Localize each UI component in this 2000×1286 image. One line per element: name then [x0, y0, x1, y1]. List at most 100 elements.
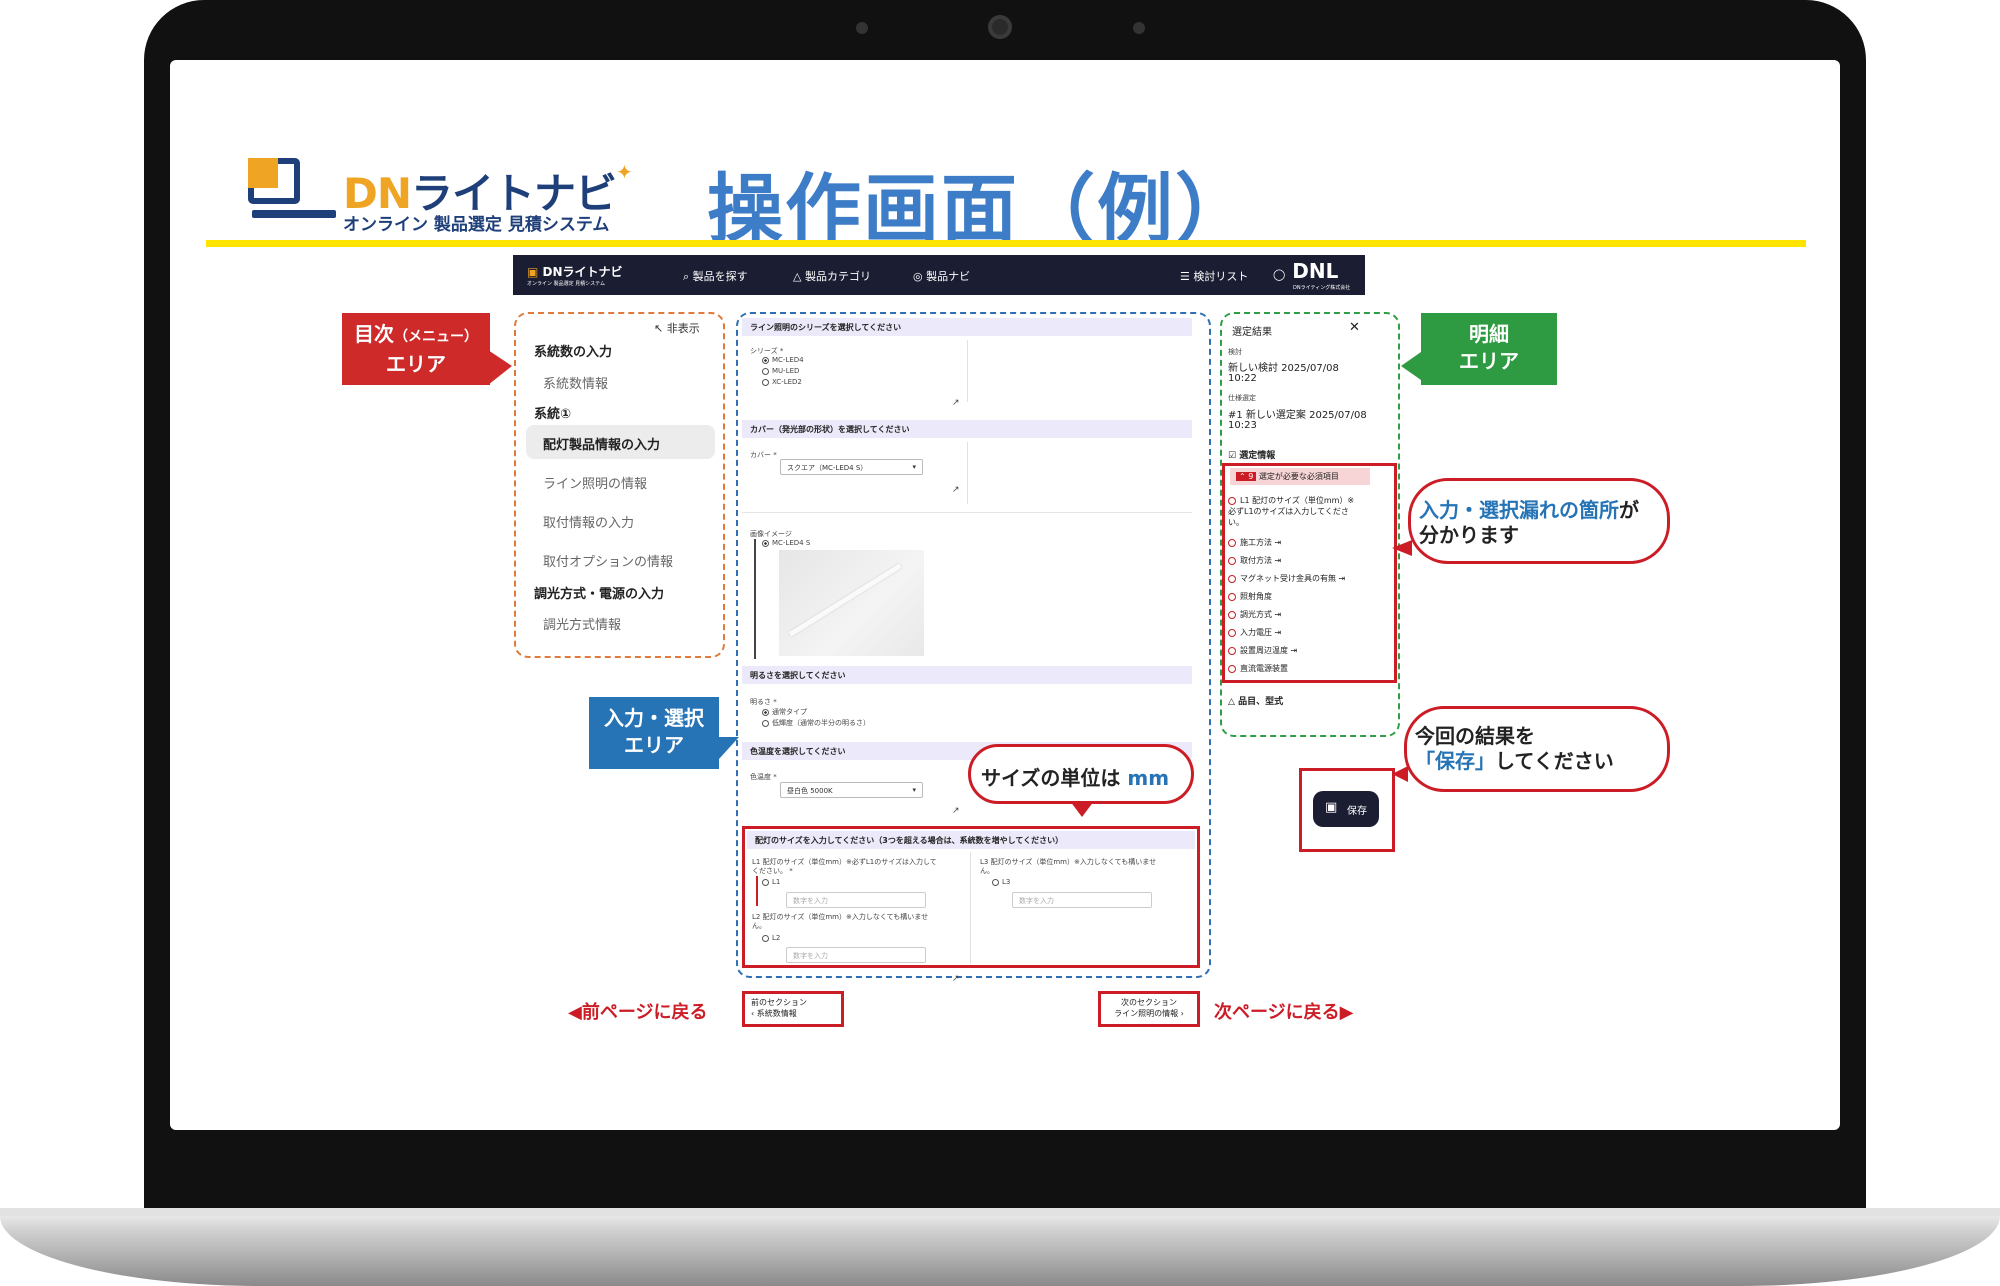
close-icon[interactable]: ✕ [1349, 320, 1360, 335]
menu-item-mount-input[interactable]: 取付情報の入力 [543, 512, 634, 531]
review-label: 検討 [1228, 348, 1242, 356]
nav-review-list[interactable]: ☰ 検討リスト [1180, 268, 1248, 284]
jump-icon: ⇥ [1338, 574, 1346, 583]
logo-subtitle: オンライン 製品選定 見積システム [343, 215, 610, 235]
section-cover: カバー（発光部の形状）を選択してください [742, 420, 1192, 438]
l2-input[interactable]: 数字を入力 [786, 947, 926, 963]
l3-input[interactable]: 数字を入力 [1012, 892, 1152, 908]
brightness-option-1[interactable]: 通常タイプ [762, 707, 807, 717]
callout-input-area: 入力・選択 エリア [589, 697, 719, 769]
menu-item-dimming-power[interactable]: 調光方式・電源の入力 [534, 583, 664, 602]
required-item[interactable]: 直流電源装置 [1228, 663, 1288, 674]
divider [967, 340, 968, 402]
required-item[interactable]: 取付方法 ⇥ [1228, 555, 1281, 566]
prev-page-link[interactable]: ◀前ページに戻る [568, 998, 707, 1024]
warning-icon [1228, 538, 1236, 547]
warning-icon [1228, 646, 1236, 655]
cover-select[interactable]: スクエア（MC-LED4 S） ▾ [780, 459, 923, 475]
menu-item-system-1[interactable]: 系統① [534, 403, 571, 422]
l3-radio[interactable]: L3 [992, 878, 1010, 886]
sensor-dot-right [1133, 22, 1145, 34]
image-caption: MC-LED4 S [762, 539, 810, 547]
warning-icon [1228, 556, 1236, 565]
required-item[interactable]: マグネット受け金具の有無 ⇥ [1228, 573, 1345, 584]
color-select[interactable]: 昼白色 5000K ▾ [780, 782, 923, 798]
search-icon: ⌕ [683, 270, 690, 283]
callout-missing-items: 入力・選択漏れの箇所が 分かります [1408, 478, 1670, 564]
collapse-icon: ↖ [654, 322, 664, 335]
radio-icon [762, 708, 769, 716]
review-time: 10:22 [1228, 373, 1257, 384]
divider [967, 442, 968, 504]
menu-item-lighting-product[interactable]: 配灯製品情報の入力 [543, 434, 660, 453]
radio-icon [762, 878, 769, 886]
warning-icon [1228, 664, 1236, 673]
next-page-link[interactable]: 次ページに戻る▶ [1214, 998, 1353, 1024]
laptop-hinge [0, 1208, 2000, 1216]
menu-item-line-info[interactable]: ライン照明の情報 [543, 473, 647, 492]
menu-hide-toggle[interactable]: ↖ 非表示 [654, 320, 700, 336]
required-item[interactable]: 入力電圧 ⇥ [1228, 627, 1281, 638]
next-section-button[interactable]: 次のセクション ライン照明の情報 › [1098, 991, 1200, 1027]
laptop-base [0, 1208, 2000, 1286]
app-logo[interactable]: ▣ DNライトナビ オンライン 製品選定 見積システム [527, 263, 637, 287]
section-series: ライン照明のシリーズを選択してください [742, 318, 1192, 336]
menu-item-dimming-info[interactable]: 調光方式情報 [543, 614, 621, 633]
radio-icon [762, 378, 769, 386]
divider [970, 852, 971, 964]
spec-label: 仕様選定 [1228, 394, 1256, 402]
image-label: 画像イメージ [750, 530, 792, 538]
expand-icon[interactable]: ↗ [952, 398, 960, 408]
required-item[interactable]: 施工方法 ⇥ [1228, 537, 1281, 548]
expand-icon[interactable]: ↗ [952, 974, 960, 984]
required-alert[interactable]: ⌃ 9 選定が必要な必須項目 [1230, 468, 1370, 485]
prev-section-button[interactable]: 前のセクション ‹ 系統数情報 [742, 991, 844, 1027]
category-icon: △ [793, 270, 802, 283]
warning-icon [1228, 628, 1236, 637]
l1-label: L1 配灯のサイズ（単位mm）※必ずL1のサイズは入力してください。 * [752, 858, 937, 875]
expand-icon[interactable]: ↗ [952, 485, 960, 495]
bubble-pointer [1392, 540, 1412, 556]
callout-menu-area: 目次（メニュー） エリア [342, 313, 490, 385]
required-item[interactable]: 照射角度 [1228, 591, 1272, 602]
bubble-pointer [1070, 801, 1094, 817]
nav-search[interactable]: ⌕ 製品を探す [683, 268, 748, 284]
brightness-label: 明るさ * [750, 698, 777, 706]
save-button[interactable]: ▣ 保存 [1313, 791, 1379, 827]
warning-icon [1228, 574, 1236, 583]
nav-category[interactable]: △ 製品カテゴリ [793, 268, 871, 284]
chevron-left-icon: ‹ [751, 1009, 755, 1018]
required-item[interactable]: 設置周辺温度 ⇥ [1228, 645, 1297, 656]
warning-icon [1228, 610, 1236, 619]
radio-icon [762, 539, 769, 547]
product-title: △ 品目、型式 [1228, 697, 1284, 707]
required-item[interactable]: 調光方式 ⇥ [1228, 609, 1281, 620]
sensor-dot-left [856, 22, 868, 34]
l3-label: L3 配灯のサイズ（単位mm）※入力しなくても構いません。 [980, 858, 1157, 875]
warning-icon [1228, 496, 1236, 505]
l2-radio[interactable]: L2 [762, 934, 780, 942]
radio-icon [762, 356, 769, 364]
brand-sub: DNライティング株式会社 [1293, 285, 1351, 291]
warning-icon [1228, 592, 1236, 601]
compass-icon: ◎ [913, 270, 923, 283]
l1-radio[interactable]: L1 [762, 878, 780, 886]
jump-icon: ⇥ [1274, 538, 1282, 547]
expand-icon[interactable]: ↗ [952, 806, 960, 816]
menu-item-mount-option[interactable]: 取付オプションの情報 [543, 551, 673, 570]
spec-time: 10:23 [1228, 420, 1257, 431]
brightness-option-2[interactable]: 低輝度（通常の半分の明るさ） [762, 718, 870, 728]
required-item[interactable]: L1 配灯のサイズ（単位mm）※必ずL1のサイズは入力してください。 [1228, 495, 1358, 528]
series-option-2[interactable]: MU-LED [762, 367, 799, 375]
image-marker [754, 539, 756, 659]
menu-item-system-count[interactable]: 系統数の入力 [534, 341, 612, 360]
cover-label: カバー * [750, 451, 777, 459]
jump-icon: ⇥ [1290, 646, 1298, 655]
series-option-3[interactable]: XC-LED2 [762, 378, 802, 386]
chevron-down-icon: ▾ [912, 463, 916, 471]
menu-item-system-count-info[interactable]: 系統数情報 [543, 373, 608, 392]
l1-input[interactable]: 数字を入力 [786, 892, 926, 908]
app-navbar: ▣ DNライトナビ オンライン 製品選定 見積システム ⌕ 製品を探す △ 製品カ… [513, 255, 1365, 295]
nav-navi[interactable]: ◎ 製品ナビ [913, 268, 970, 284]
series-option-1[interactable]: MC-LED4 [762, 356, 804, 364]
